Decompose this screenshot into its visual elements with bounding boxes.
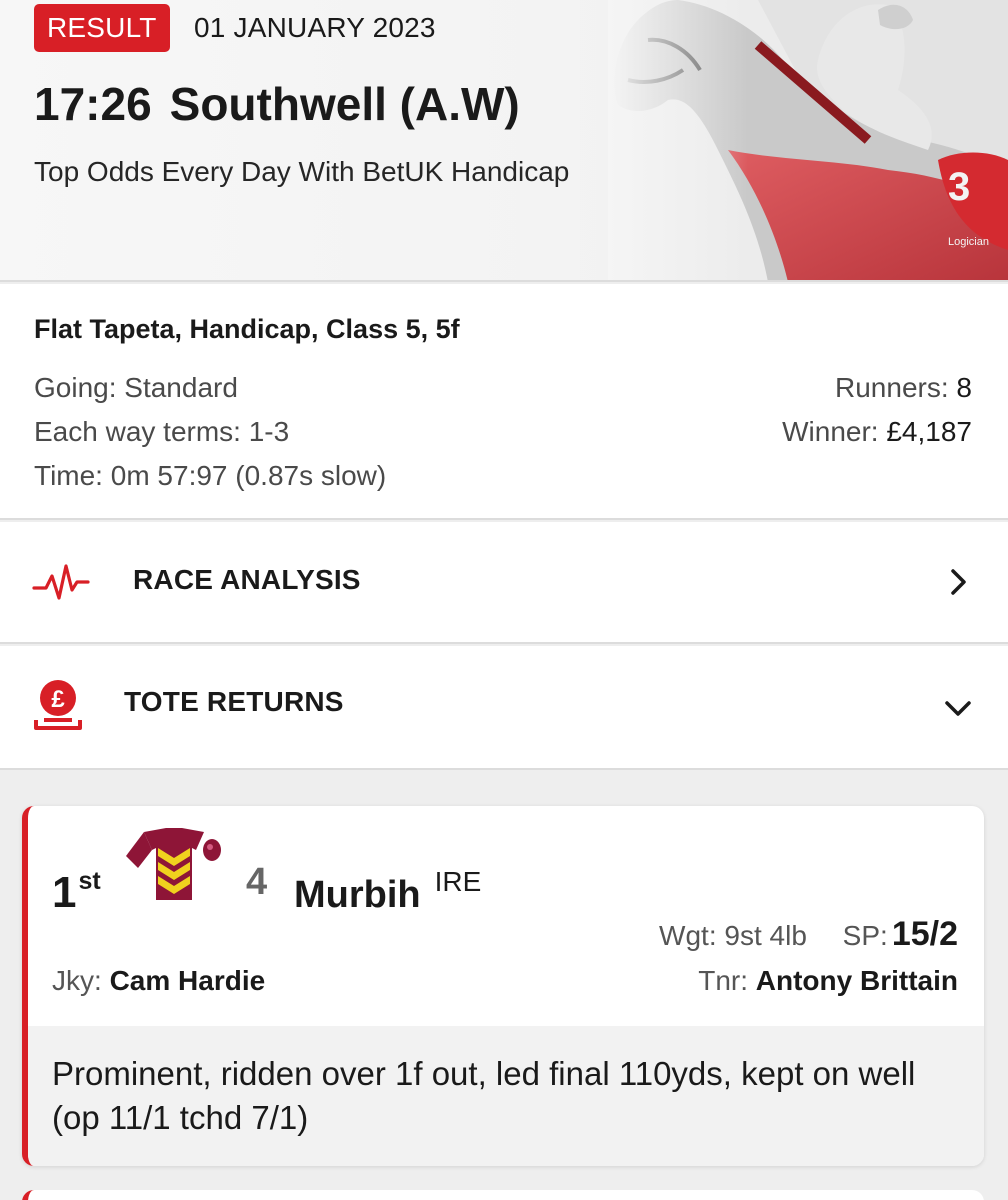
svg-text:£: £ <box>51 686 65 713</box>
runner-card[interactable]: 1st 4 Murbih IRE Wgt: 9st 4lb SP: 15/2 Jky… <box>22 806 984 1166</box>
race-analysis-row[interactable]: RACE ANALYSIS <box>0 522 1008 644</box>
going-value: Standard <box>124 372 238 403</box>
chevron-right-icon <box>951 569 966 595</box>
going-label: Going: <box>34 372 117 403</box>
result-badge: RESULT <box>34 4 170 52</box>
jockey-label: Jky: <box>52 965 102 996</box>
going-line: Going: Standard <box>34 366 386 410</box>
race-details-right: Runners: 8 Winner: £4,187 <box>782 366 972 454</box>
winner-prize-line: Winner: £4,187 <box>782 410 972 454</box>
horse-country-suffix: IRE <box>434 866 482 897</box>
each-way-line: Each way terms: 1-3 <box>34 410 386 454</box>
race-course: Southwell (A.W) <box>169 78 520 130</box>
race-date: 01 JANUARY 2023 <box>194 12 436 43</box>
trainer-label: Tnr: <box>698 965 748 996</box>
race-header: 3 Logician RESULT 01 JANUARY 2023 17:26 S… <box>0 0 1008 282</box>
next-runner-card[interactable] <box>22 1190 984 1200</box>
position-number: 1 <box>52 868 77 917</box>
race-type: Flat Tapeta, Handicap, Class 5, 5f <box>34 314 460 344</box>
saddle-cloth-number: 4 <box>246 861 268 903</box>
jockey-line: Jky: Cam Hardie <box>52 963 265 999</box>
tote-returns-label: TOTE RETURNS <box>124 686 344 717</box>
runners-value: 8 <box>956 372 972 403</box>
page-title: 17:26 Southwell (A.W) <box>34 76 520 132</box>
time-label: Time: <box>34 460 103 491</box>
sp-label: SP: <box>842 920 888 951</box>
winner-label: Winner: <box>782 416 879 447</box>
tote-returns-row[interactable]: £ TOTE RETURNS <box>0 646 1008 770</box>
finishing-position: 1st <box>52 856 101 918</box>
trainer-line: Tnr: Antony Brittain <box>698 963 958 999</box>
jockey-name[interactable]: Cam Hardie <box>110 965 266 996</box>
chevron-down-icon <box>945 701 971 716</box>
race-time-line: Time: 0m 57:97 (0.87s slow) <box>34 454 386 498</box>
sp-value: 15/2 <box>891 915 958 953</box>
jockey-silks-icon <box>126 828 221 900</box>
race-time: 17:26 <box>34 78 152 130</box>
horse-name-line[interactable]: Murbih IRE <box>294 858 481 919</box>
race-comment: Prominent, ridden over 1f out, led final… <box>28 1026 984 1166</box>
runners-line: Runners: 8 <box>782 366 972 410</box>
position-suffix: st <box>78 867 101 895</box>
horse-name: Murbih <box>294 874 421 916</box>
trainer-name[interactable]: Antony Brittain <box>756 965 958 996</box>
race-details-left: Going: Standard Each way terms: 1-3 Time… <box>34 366 386 498</box>
weight-sp-line: Wgt: 9st 4lb SP: 15/2 <box>659 916 958 954</box>
racehorse-hero-image: 3 Logician <box>608 0 1008 280</box>
runners-label: Runners: <box>835 372 949 403</box>
race-analysis-label: RACE ANALYSIS <box>133 564 361 595</box>
weight-value: 9st 4lb <box>724 920 807 951</box>
weight-label: Wgt: <box>659 920 717 951</box>
race-name: Top Odds Every Day With BetUK Handicap <box>34 156 570 187</box>
each-way-label: Each way terms: <box>34 416 241 447</box>
pound-coin-icon: £ <box>34 680 82 730</box>
race-info-panel: Flat Tapeta, Handicap, Class 5, 5f Going… <box>0 284 1008 520</box>
winner-value: £4,187 <box>886 416 972 447</box>
time-value: 0m 57:97 (0.87s slow) <box>110 460 387 491</box>
each-way-value: 1-3 <box>248 416 290 447</box>
pulse-icon <box>32 564 90 600</box>
